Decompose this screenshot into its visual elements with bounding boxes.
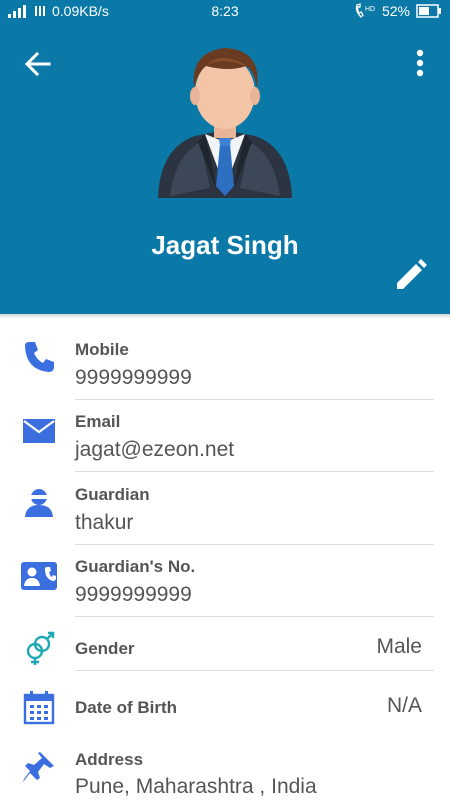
mobile-label: Mobile [75,340,129,359]
address-label: Address [75,750,144,769]
more-menu-button[interactable] [414,46,426,82]
address-value: Pune, Maharashtra , India [75,775,317,798]
call-hd-icon: HD [355,3,375,18]
battery-icon [416,4,441,18]
person-icon [25,489,53,517]
dob-value: N/A [386,694,422,717]
email-label: Email [75,412,121,431]
avatar [158,48,292,198]
gender-icon [26,631,55,665]
status-right: HD 52% [354,3,442,19]
calendar-icon [23,691,55,725]
more-vert-icon [416,49,424,77]
back-button[interactable] [20,46,56,82]
email-value: jagat@ezeon.net [75,438,235,461]
gender-label: Gender [75,639,135,658]
battery-percent: 52% [381,3,410,19]
contact-phone-icon [21,562,57,590]
detail-row-gender[interactable]: Gender Male [0,619,450,671]
pencil-icon [397,259,427,289]
pin-icon [23,752,54,782]
guardian-number-value: 9999999999 [75,583,192,606]
detail-row-dob[interactable]: Date of Birth N/A [0,672,450,738]
edit-button[interactable] [392,258,428,294]
detail-row-mobile[interactable]: Mobile 9999999999 [0,330,450,402]
mobile-value: 9999999999 [75,366,192,389]
profile-header: Jagat Singh [0,24,450,314]
svg-text:HD: HD [365,6,375,13]
gender-value: Male [376,635,422,658]
guardian-value: thakur [75,511,134,534]
profile-name: Jagat Singh [151,230,299,260]
divider [75,471,434,472]
divider [75,544,434,545]
email-icon [23,419,55,443]
divider [75,616,434,617]
dob-label: Date of Birth [75,698,177,717]
guardian-number-label: Guardian's No. [75,557,196,576]
phone-icon [25,342,54,372]
divider [75,399,434,400]
detail-row-guardian[interactable]: Guardian thakur [0,475,450,547]
detail-row-email[interactable]: Email jagat@ezeon.net [0,402,450,474]
status-bar: 0.09KB/s 8:23 HD 52% [0,0,450,24]
detail-row-guardian-number[interactable]: Guardian's No. 9999999999 [0,547,450,619]
header-shadow [0,314,450,319]
detail-row-address[interactable]: Address Pune, Maharashtra , India [0,740,450,800]
arrow-left-icon [24,51,51,77]
divider [75,670,434,671]
guardian-label: Guardian [75,485,150,504]
